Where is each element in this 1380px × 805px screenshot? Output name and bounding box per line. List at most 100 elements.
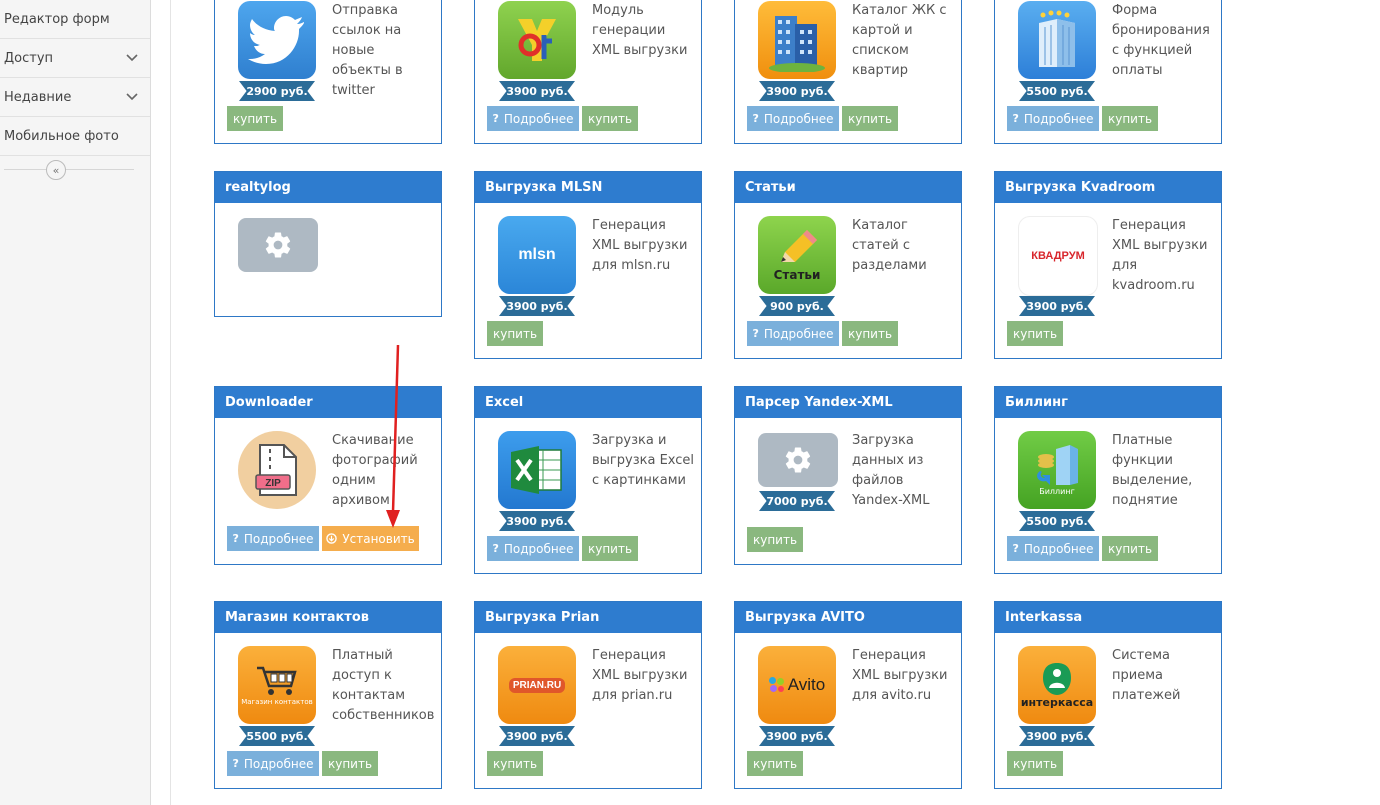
price-tag: 3900 руб. — [1019, 726, 1095, 746]
buy-button[interactable]: купить — [1007, 321, 1063, 346]
buy-button[interactable]: купить — [582, 106, 638, 131]
buy-label: купить — [492, 326, 538, 341]
buy-button[interactable]: купить — [1102, 536, 1158, 561]
details-label: Подробнее — [243, 756, 314, 771]
module-card-downloader: Downloader ZIP Скачивание фотографий одн… — [214, 386, 442, 565]
module-card-twitter: Отправка ссылок на новые объекты в twitt… — [214, 0, 442, 144]
details-label: Подробнее — [763, 326, 834, 341]
mlsn-logo-text: mlsn — [518, 246, 556, 263]
price-tag: 5500 руб. — [239, 726, 315, 746]
buy-button[interactable]: купить — [1007, 751, 1063, 776]
buy-button[interactable]: купить — [842, 321, 898, 346]
sidebar-item-recent[interactable]: Недавние — [0, 78, 150, 117]
install-button[interactable]: Установить — [322, 526, 419, 551]
module-description: Загрузка данных из файлов Yandex-XML — [852, 433, 930, 508]
buy-label: купить — [1012, 326, 1058, 341]
billing-logo-text: Биллинг — [1039, 486, 1075, 496]
buy-button[interactable]: купить — [487, 321, 543, 346]
details-button[interactable]: ? Подробнее — [747, 106, 839, 131]
module-title: Биллинг — [995, 387, 1221, 418]
module-card-excel: Excel Загрузка и выгрузка Excel с картин… — [474, 386, 702, 574]
price-tag: 5500 руб. — [1019, 511, 1095, 531]
module-description: Отправка ссылок на новые объекты в twitt… — [332, 3, 403, 98]
price-tag: 5500 руб. — [1019, 81, 1095, 101]
module-title: Downloader — [215, 387, 441, 418]
buy-button[interactable]: купить — [747, 527, 803, 552]
avito-dots-icon — [768, 677, 785, 693]
details-button[interactable]: ? Подробнее — [1007, 536, 1099, 561]
buy-button[interactable]: купить — [322, 751, 378, 776]
details-button[interactable]: ? Подробнее — [747, 321, 839, 346]
buy-label: купить — [232, 111, 278, 126]
module-description: Генерация XML выгрузки для prian.ru — [592, 648, 688, 703]
sidebar-item-label: Редактор форм — [4, 11, 110, 27]
module-description: Генерация XML выгрузки для kvadroom.ru — [1112, 218, 1208, 293]
sidebar-item-label: Недавние — [4, 89, 72, 105]
details-label: Подробнее — [503, 541, 574, 556]
details-label: Подробнее — [243, 531, 314, 546]
download-circle-icon — [326, 533, 338, 544]
buy-button[interactable]: купить — [842, 106, 898, 131]
kvadroom-logo-icon: КВАДРУМ — [1018, 216, 1098, 296]
module-description: Платный доступ к контактам собственников — [332, 648, 435, 723]
module-card-prian: Выгрузка Prian PRIAN.RU Генерация XML вы… — [474, 601, 702, 789]
buy-label: купить — [492, 756, 538, 771]
gear-icon — [238, 218, 318, 272]
details-button[interactable]: ? Подробнее — [487, 106, 579, 131]
buy-label: купить — [752, 532, 798, 547]
price-tag: 7000 руб. — [759, 491, 835, 511]
avito-logo-icon: Avito — [758, 646, 836, 724]
price-tag: 3900 руб. — [499, 511, 575, 531]
sidebar-item-mobile-photo[interactable]: Мобильное фото — [0, 117, 150, 156]
gear-icon — [758, 433, 838, 487]
hotel-icon — [1018, 1, 1096, 79]
details-button[interactable]: ? Подробнее — [227, 751, 319, 776]
module-title: Выгрузка AVITO — [735, 602, 961, 633]
avito-logo-text: Avito — [787, 675, 826, 694]
buy-label: купить — [327, 756, 373, 771]
svg-text:ZIP: ZIP — [265, 478, 281, 489]
details-button[interactable]: ? Подробнее — [227, 526, 319, 551]
buy-label: купить — [1107, 111, 1153, 126]
module-title: Excel — [475, 387, 701, 418]
prian-logo-icon: PRIAN.RU — [498, 646, 576, 724]
module-description: Платные функции выделение, поднятие — [1112, 433, 1193, 508]
buy-button[interactable]: купить — [1102, 106, 1158, 131]
sidebar-item-access[interactable]: Доступ — [0, 39, 150, 78]
module-description: Форма бронирования с функцией оплаты — [1112, 3, 1210, 78]
module-card-zhk-catalog: Каталог ЖК с картой и списком квартир 39… — [734, 0, 962, 144]
buy-button[interactable]: купить — [487, 751, 543, 776]
buy-button[interactable]: купить — [227, 106, 283, 131]
details-button[interactable]: ? Подробнее — [487, 536, 579, 561]
module-card-xml: Модуль генерации XML выгрузки 3900 руб. … — [474, 0, 702, 144]
price-tag: 3900 руб. — [499, 296, 575, 316]
details-button[interactable]: ? Подробнее — [1007, 106, 1099, 131]
buy-button[interactable]: купить — [747, 751, 803, 776]
module-description: Каталог ЖК с картой и списком квартир — [852, 3, 947, 78]
building-icon — [758, 1, 836, 79]
module-card-billing: Биллинг Биллинг Платные функции выделени… — [994, 386, 1222, 574]
articles-logo-text: Статьи — [773, 268, 821, 282]
details-label: Подробнее — [503, 111, 574, 126]
double-chevron-left-icon: « — [52, 163, 60, 177]
collapse-sidebar-button[interactable]: « — [46, 160, 66, 180]
kvadroom-logo-text: КВАДРУМ — [1031, 250, 1085, 262]
module-card-interkassa: Interkassa интеркасса Система приема пла… — [994, 601, 1222, 789]
module-card-avito: Выгрузка AVITO Avito Генерация XML выгру… — [734, 601, 962, 789]
sidebar-item-label: Доступ — [4, 50, 54, 66]
xml-module-icon — [498, 1, 576, 79]
buy-label: купить — [1107, 541, 1153, 556]
details-label: Подробнее — [1023, 541, 1094, 556]
module-card-articles: Статьи Статьи Каталог статей с разделами… — [734, 171, 962, 359]
module-card-contact-shop: Магазин контактов Магазин контактов Плат… — [214, 601, 442, 789]
price-tag: 2900 руб. — [239, 81, 315, 101]
price-tag: 3900 руб. — [499, 726, 575, 746]
twitter-bird-icon — [238, 1, 316, 79]
sidebar-item-label: Мобильное фото — [4, 128, 119, 144]
module-card-realtylog: realtylog — [214, 171, 442, 317]
billing-icon: Биллинг — [1018, 431, 1096, 509]
module-card-yandex-xml: Парсер Yandex-XML Загрузка данных из фай… — [734, 386, 962, 565]
sidebar-item-form-editor[interactable]: Редактор форм — [0, 0, 150, 39]
pencil-icon: Статьи — [758, 216, 836, 294]
buy-button[interactable]: купить — [582, 536, 638, 561]
